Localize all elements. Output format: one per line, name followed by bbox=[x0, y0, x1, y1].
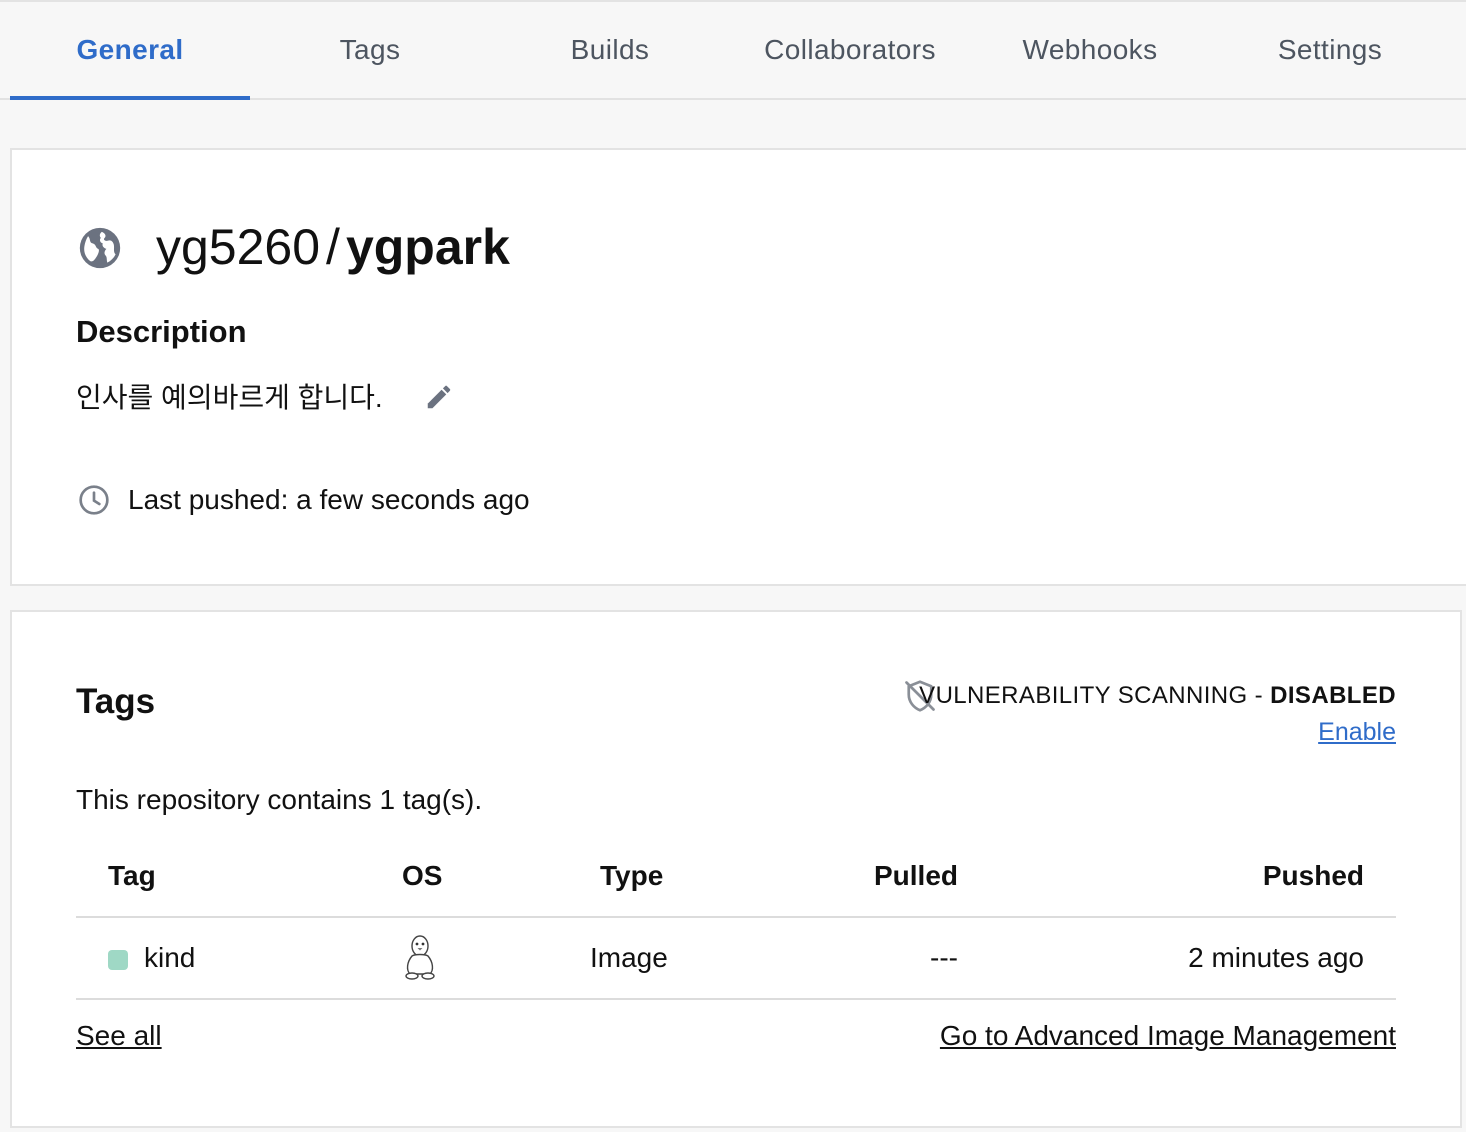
tab-collaborators[interactable]: Collaborators bbox=[730, 2, 970, 98]
tag-name[interactable]: kind bbox=[144, 938, 195, 978]
column-header-pushed: Pushed bbox=[1262, 860, 1364, 891]
tab-general[interactable]: General bbox=[10, 2, 250, 100]
vulnerability-scanning-status: VULNERABILITY SCANNING - DISABLED bbox=[919, 680, 1396, 712]
table-row: kind Image --- 2 minutes ago bbox=[76, 918, 1396, 998]
column-header-tag: Tag bbox=[108, 860, 156, 891]
advanced-image-management-link[interactable]: Go to Advanced Image Management bbox=[940, 1016, 1396, 1056]
column-header-pulled: Pulled bbox=[874, 860, 959, 891]
globe-icon bbox=[79, 227, 121, 269]
tag-pushed: 2 minutes ago bbox=[1188, 942, 1364, 973]
tab-tags[interactable]: Tags bbox=[250, 2, 490, 98]
description-heading: Description bbox=[76, 314, 247, 349]
tags-heading: Tags bbox=[76, 682, 156, 721]
scan-label: VULNERABILITY SCANNING - bbox=[919, 682, 1271, 709]
clock-icon bbox=[79, 485, 109, 515]
tab-webhooks[interactable]: Webhooks bbox=[970, 2, 1210, 98]
linux-tux-icon bbox=[405, 935, 435, 980]
last-pushed-label: Last pushed: a few seconds ago bbox=[128, 484, 530, 515]
description-text: 인사를 예의바르게 합니다. bbox=[76, 382, 383, 413]
see-all-link[interactable]: See all bbox=[76, 1016, 162, 1056]
pencil-icon[interactable] bbox=[424, 382, 454, 412]
scan-status-value: DISABLED bbox=[1270, 682, 1396, 709]
column-header-os: OS bbox=[402, 860, 443, 891]
column-header-type: Type bbox=[600, 860, 664, 891]
enable-scanning-link[interactable]: Enable bbox=[1318, 716, 1396, 748]
repository-namespace: yg5260 bbox=[156, 219, 321, 275]
tag-status-indicator bbox=[108, 950, 128, 970]
tag-pulled: --- bbox=[930, 942, 958, 973]
repository-info-card: yg5260/ygpark Description 인사를 예의바르게 합니다.… bbox=[10, 148, 1466, 586]
repository-title: yg5260/ygpark bbox=[156, 214, 510, 280]
tag-count-text: This repository contains 1 tag(s). bbox=[76, 784, 483, 815]
tab-bar: General Tags Builds Collaborators Webhoo… bbox=[0, 2, 1466, 100]
repository-name: ygpark bbox=[345, 219, 510, 275]
repository-separator: / bbox=[326, 219, 340, 275]
tag-type: Image bbox=[590, 942, 668, 973]
tab-settings[interactable]: Settings bbox=[1210, 2, 1450, 98]
tab-builds[interactable]: Builds bbox=[490, 2, 730, 98]
table-footer-divider bbox=[76, 998, 1396, 1000]
tags-card: Tags VULNERABILITY SCANNING - DISABLED E… bbox=[10, 610, 1462, 1128]
